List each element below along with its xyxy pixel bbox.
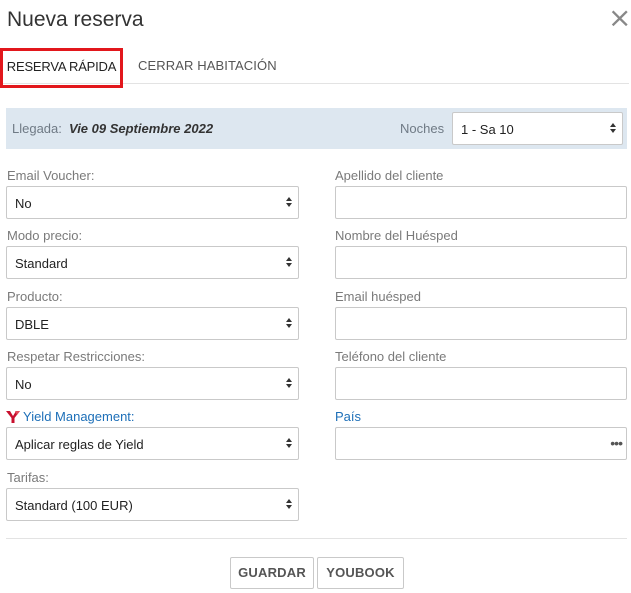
yield-management-label[interactable]: Yield Management: [23,409,135,424]
nights-select[interactable]: 1 - Sa 10 [452,112,623,145]
country-select[interactable]: ••• [335,427,627,460]
email-voucher-select[interactable]: No [6,186,299,219]
nights-label: Noches [400,121,445,136]
dialog-title: Nueva reserva [7,8,144,31]
select-arrows-icon [285,497,293,513]
select-arrows-icon [285,316,293,332]
yield-value: Aplicar reglas de Yield [15,437,144,452]
rates-select[interactable]: Standard (100 EUR) [6,488,299,521]
guest-email-input[interactable] [335,307,627,340]
tab-bar: RESERVA RÁPIDA CERRAR HABITACIÓN [0,48,629,88]
yield-select[interactable]: Aplicar reglas de Yield [6,427,299,460]
save-button[interactable]: GUARDAR [230,557,314,589]
guest-name-input[interactable] [335,246,627,279]
restrictions-select[interactable]: No [6,367,299,400]
email-voucher-value: No [15,196,32,211]
phone-label: Teléfono del cliente [335,349,447,364]
yield-logo-icon [6,411,20,423]
surname-input[interactable] [335,186,627,219]
restrictions-value: No [15,377,32,392]
more-dots-icon[interactable]: ••• [610,436,623,450]
rates-label: Tarifas: [7,470,49,485]
guest-name-label: Nombre del Huésped [335,228,458,243]
arrival-label: Llegada: [12,121,62,136]
youbook-button[interactable]: YOUBOOK [317,557,404,589]
product-label: Producto: [7,289,63,304]
price-mode-value: Standard [15,256,68,271]
surname-label: Apellido del cliente [335,168,444,183]
tab-reserva-rapida[interactable]: RESERVA RÁPIDA [0,48,123,88]
product-select[interactable]: DBLE [6,307,299,340]
price-mode-label: Modo precio: [7,228,83,243]
email-voucher-label: Email Voucher: [7,168,95,183]
country-label: País [335,409,362,424]
rates-value: Standard (100 EUR) [15,498,133,513]
select-arrows-icon [285,255,293,271]
footer-divider [6,538,627,539]
select-arrows-icon [609,121,617,137]
nights-select-value: 1 - Sa 10 [461,122,514,137]
close-icon[interactable]: × [608,4,631,32]
phone-input[interactable] [335,367,627,400]
select-arrows-icon [285,195,293,211]
guest-email-label: Email huésped [335,289,421,304]
select-arrows-icon [285,376,293,392]
tab-cerrar-habitacion[interactable]: CERRAR HABITACIÓN [138,48,277,88]
restrictions-label: Respetar Restricciones: [7,349,145,364]
price-mode-select[interactable]: Standard [6,246,299,279]
select-arrows-icon [285,436,293,452]
arrival-date: Vie 09 Septiembre 2022 [69,121,214,136]
product-value: DBLE [15,317,49,332]
